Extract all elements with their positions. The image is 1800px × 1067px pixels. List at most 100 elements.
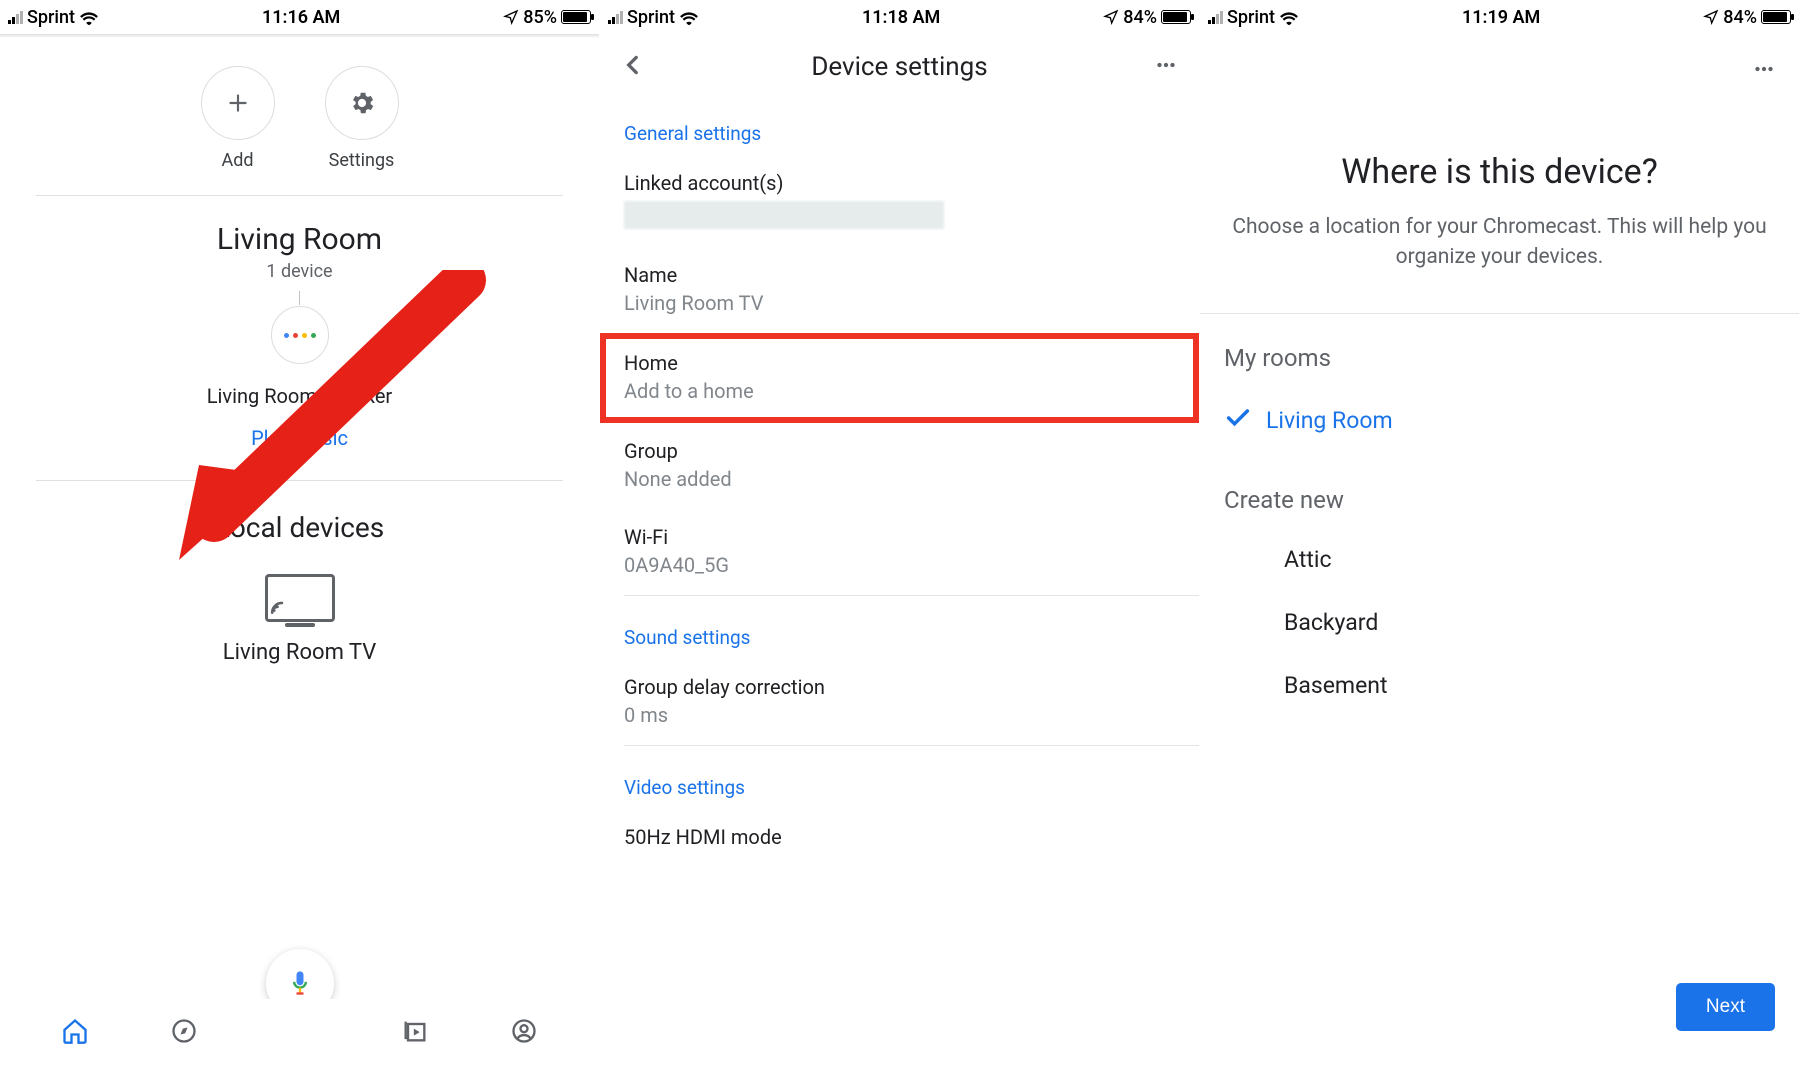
top-actions: Add Settings xyxy=(0,66,599,171)
more-icon xyxy=(1751,56,1777,82)
device-count: 1 device xyxy=(0,261,599,282)
room-name: Living Room xyxy=(0,222,599,257)
nav-home[interactable] xyxy=(61,1017,89,1049)
group-value: None added xyxy=(624,467,1175,491)
nav-discover[interactable] xyxy=(170,1017,198,1049)
home-row[interactable]: Home Add to a home xyxy=(606,339,1193,417)
add-button[interactable]: Add xyxy=(201,66,275,171)
group-row[interactable]: Group None added xyxy=(600,423,1199,509)
nav-media[interactable] xyxy=(401,1017,429,1049)
signal-icon xyxy=(1208,10,1223,24)
local-devices-header: Local devices xyxy=(0,511,599,544)
delay-row[interactable]: Group delay correction 0 ms xyxy=(600,659,1199,745)
clock: 11:18 AM xyxy=(862,7,940,28)
next-button[interactable]: Next xyxy=(1676,983,1775,1031)
status-bar: Sprint 11:19 AM 84% xyxy=(1200,0,1799,34)
hdmi-row[interactable]: 50Hz HDMI mode xyxy=(600,809,1199,849)
settings-button[interactable]: Settings xyxy=(325,66,399,171)
bottom-nav xyxy=(0,999,599,1067)
room-name: Living Room xyxy=(1266,407,1393,434)
linked-account-value-redacted xyxy=(624,201,944,229)
wifi-row[interactable]: Wi-Fi 0A9A40_5G xyxy=(600,509,1199,595)
carrier-label: Sprint xyxy=(1227,7,1275,28)
battery-icon xyxy=(561,10,591,24)
back-button[interactable] xyxy=(620,52,646,82)
page-header: Device settings xyxy=(600,34,1199,92)
carrier-label: Sprint xyxy=(27,7,75,28)
delay-value: 0 ms xyxy=(624,703,1175,727)
divider xyxy=(36,480,563,481)
room-option-selected[interactable]: Living Room xyxy=(1200,386,1799,456)
page-heading: Where is this device? xyxy=(1200,152,1799,192)
check-icon xyxy=(1224,404,1266,438)
location-icon xyxy=(1703,9,1719,25)
group-label: Group xyxy=(624,439,1175,463)
compass-icon xyxy=(170,1017,198,1045)
signal-icon xyxy=(8,10,23,24)
speaker-device[interactable]: Living Room speaker Play music xyxy=(0,306,599,450)
divider xyxy=(36,195,563,196)
settings-label: Settings xyxy=(329,150,395,171)
screen-device-settings: Sprint 11:18 AM 84% Device settings Gene… xyxy=(600,0,1200,1067)
my-rooms-header: My rooms xyxy=(1200,314,1799,386)
wifi-label: Wi-Fi xyxy=(624,525,1175,549)
clock: 11:16 AM xyxy=(262,7,340,28)
room-header[interactable]: Living Room 1 device xyxy=(0,222,599,282)
video-settings-section: Video settings xyxy=(600,746,1199,809)
page-title: Device settings xyxy=(646,52,1153,82)
delay-label: Group delay correction xyxy=(624,675,1175,699)
add-label: Add xyxy=(221,150,253,171)
home-label: Home xyxy=(624,351,1175,375)
screen-choose-location: Sprint 11:19 AM 84% Where is this device… xyxy=(1200,0,1800,1067)
media-icon xyxy=(401,1017,429,1045)
carrier-label: Sprint xyxy=(627,7,675,28)
sound-settings-section: Sound settings xyxy=(600,596,1199,659)
location-icon xyxy=(1103,9,1119,25)
clock: 11:19 AM xyxy=(1462,7,1540,28)
name-row[interactable]: Name Living Room TV xyxy=(600,247,1199,333)
more-button[interactable] xyxy=(1153,52,1179,82)
location-icon xyxy=(503,9,519,25)
battery-pct: 84% xyxy=(1123,7,1157,28)
general-settings-section: General settings xyxy=(600,92,1199,155)
wifi-icon xyxy=(79,9,99,25)
wifi-icon xyxy=(1279,9,1299,25)
battery-icon xyxy=(1761,10,1791,24)
home-value: Add to a home xyxy=(624,379,1175,403)
cast-device[interactable]: Living Room TV xyxy=(0,574,599,665)
chevron-left-icon xyxy=(620,52,646,78)
cast-name: Living Room TV xyxy=(0,640,599,665)
name-value: Living Room TV xyxy=(624,291,1175,315)
home-icon xyxy=(61,1017,89,1045)
create-new-header: Create new xyxy=(1200,456,1799,528)
room-name: Backyard xyxy=(1284,609,1378,636)
play-music-link[interactable]: Play music xyxy=(251,426,348,450)
highlight-annotation: Home Add to a home xyxy=(600,333,1199,423)
linked-accounts-label: Linked account(s) xyxy=(624,171,1175,195)
wifi-icon xyxy=(679,9,699,25)
room-name: Basement xyxy=(1284,672,1388,699)
room-option[interactable]: Basement xyxy=(1200,654,1799,717)
wifi-value: 0A9A40_5G xyxy=(624,553,1175,577)
room-name: Attic xyxy=(1284,546,1332,573)
speaker-name: Living Room speaker xyxy=(0,384,599,408)
hdmi-label: 50Hz HDMI mode xyxy=(624,825,1175,849)
signal-icon xyxy=(608,10,623,24)
room-option[interactable]: Attic xyxy=(1200,528,1799,591)
mic-icon xyxy=(286,969,314,997)
status-bar: Sprint 11:18 AM 84% xyxy=(600,0,1199,34)
more-icon xyxy=(1153,52,1179,78)
account-icon xyxy=(510,1017,538,1045)
battery-icon xyxy=(1161,10,1191,24)
room-option[interactable]: Backyard xyxy=(1200,591,1799,654)
status-bar: Sprint 11:16 AM 85% xyxy=(0,0,599,34)
nav-account[interactable] xyxy=(510,1017,538,1049)
plus-icon xyxy=(225,90,251,116)
linked-accounts-row[interactable]: Linked account(s) xyxy=(600,155,1199,247)
more-button[interactable] xyxy=(1751,56,1777,86)
name-label: Name xyxy=(624,263,1175,287)
page-subtitle: Choose a location for your Chromecast. T… xyxy=(1228,212,1771,273)
battery-pct: 85% xyxy=(523,7,557,28)
cast-icon xyxy=(265,574,335,622)
screen-home: Sprint 11:16 AM 85% Add Settings Living … xyxy=(0,0,600,1067)
